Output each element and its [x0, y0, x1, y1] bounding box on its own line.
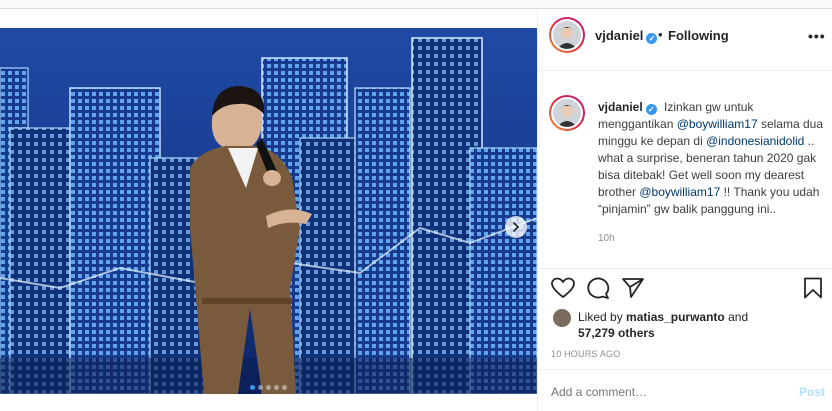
post-container: vjdaniel ✓ • Following ••• vjdaniel ✓ Iz… [0, 8, 832, 411]
carousel-next-button[interactable] [505, 216, 527, 238]
comment-button[interactable] [586, 277, 610, 302]
caption-mention-3[interactable]: @boywilliam17 [639, 185, 720, 199]
post-media[interactable] [0, 28, 537, 394]
likes-count[interactable]: 57,279 others [578, 326, 655, 340]
comment-icon [587, 277, 610, 299]
action-bar [551, 277, 823, 303]
author-avatar[interactable] [549, 17, 585, 53]
verified-badge-icon: ✓ [646, 33, 658, 44]
header-separator: • [658, 27, 663, 42]
caption-username[interactable]: vjdaniel ✓ [598, 100, 660, 115]
share-button[interactable] [621, 277, 645, 302]
caption-mention-2[interactable]: @indonesianidolid [706, 134, 804, 148]
carousel-dot-2 [258, 385, 263, 390]
save-button[interactable] [803, 277, 823, 302]
carousel-indicator [0, 385, 537, 390]
author-username[interactable]: vjdaniel ✓ [595, 28, 658, 44]
carousel-dot-5 [282, 385, 287, 390]
post-caption: vjdaniel ✓ Izinkan gw untuk menggantikan … [598, 99, 824, 247]
post-sidebar: vjdaniel ✓ • Following ••• vjdaniel ✓ Iz… [537, 9, 832, 411]
post-timestamp[interactable]: 10 HOURS AGO [551, 349, 620, 359]
caption-section: vjdaniel ✓ Izinkan gw untuk menggantikan … [538, 71, 832, 269]
verified-badge-icon: ✓ [645, 104, 657, 115]
liker-avatar[interactable] [553, 309, 571, 327]
following-button[interactable]: Following [668, 28, 729, 43]
carousel-dot-4 [274, 385, 279, 390]
comment-bar: Post [538, 369, 832, 411]
caption-time[interactable]: 10h [598, 230, 824, 247]
more-options-button[interactable]: ••• [808, 28, 826, 44]
caption-avatar[interactable] [549, 95, 585, 131]
caption-mention-1[interactable]: @boywilliam17 [677, 117, 758, 131]
stage-photo [0, 28, 537, 394]
user-photo-icon [557, 105, 577, 127]
bookmark-icon [804, 277, 822, 299]
liker-username[interactable]: matias_purwanto [626, 310, 725, 324]
post-header: vjdaniel ✓ • Following ••• [538, 9, 832, 71]
comment-input[interactable] [551, 385, 771, 399]
post-comment-button[interactable]: Post [799, 385, 825, 399]
like-button[interactable] [551, 277, 575, 302]
carousel-dot-3 [266, 385, 271, 390]
share-icon [622, 278, 644, 298]
user-photo-icon [557, 27, 577, 49]
heart-icon [551, 277, 575, 298]
liked-by-text: Liked by matias_purwanto and [578, 310, 749, 324]
carousel-dot-1 [250, 385, 255, 390]
chevron-right-icon [513, 222, 520, 232]
